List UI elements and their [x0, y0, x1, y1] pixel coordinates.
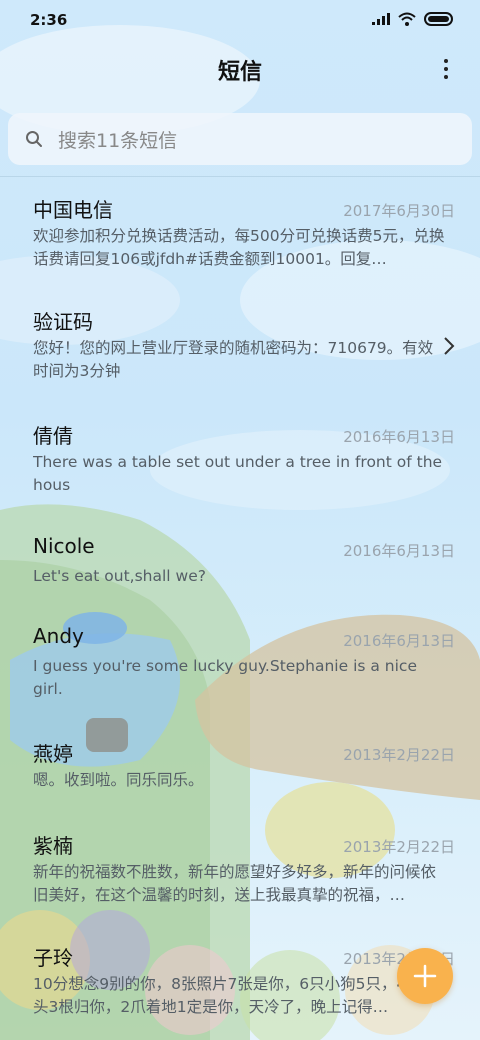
conversation-name: 倩倩	[33, 424, 73, 448]
conversation-date: 2013年2月22日	[343, 746, 455, 764]
conversation-preview: 10分想念9别的你，8张照片7张是你，6只小狗5只，4根骨头3根归你，2爪着地1…	[33, 975, 438, 1016]
signal-icon	[372, 13, 390, 25]
conversation-preview: I guess you're some lucky guy.Stephanie …	[33, 657, 417, 698]
conversation-name: Andy	[33, 624, 84, 648]
divider	[0, 176, 480, 177]
search-input[interactable]: 搜索11条短信	[58, 126, 177, 153]
title-bar: 短信	[0, 46, 480, 92]
conversation-item[interactable]: Nicole 2016年6月13日 Let's eat out,shall we…	[0, 520, 480, 608]
conversation-name: 燕婷	[33, 742, 73, 766]
conversation-preview: 您好！您的网上营业厅登录的随机密码为：710679。有效时间为3分钟	[33, 339, 434, 380]
page-title: 短信	[217, 60, 262, 85]
conversation-name: 验证码	[33, 310, 93, 334]
conversation-item[interactable]: Andy 2016年6月13日 I guess you're some luck…	[0, 610, 480, 722]
conversation-item[interactable]: 验证码 您好！您的网上营业厅登录的随机密码为：710679。有效时间为3分钟	[0, 292, 480, 404]
status-bar: 2:36	[0, 0, 480, 40]
wifi-icon	[398, 12, 416, 26]
conversation-date: 2016年6月13日	[343, 542, 455, 560]
conversation-date: 2016年6月13日	[343, 632, 455, 650]
conversation-item[interactable]: 燕婷 2013年2月22日 嗯。收到啦。同乐同乐。	[0, 724, 480, 814]
conversation-name: Nicole	[33, 534, 95, 558]
search-bar[interactable]: 搜索11条短信	[8, 113, 472, 165]
conversation-name: 中国电信	[33, 198, 113, 222]
conversation-preview: There was a table set out under a tree i…	[33, 453, 443, 494]
conversation-preview: 嗯。收到啦。同乐同乐。	[33, 771, 204, 789]
conversation-item[interactable]: 倩倩 2016年6月13日 There was a table set out …	[0, 406, 480, 518]
battery-icon	[424, 12, 453, 26]
conversation-item[interactable]: 紫楠 2013年2月22日 新年的祝福数不胜数，新年的愿望好多好多，新年的问候依…	[0, 816, 480, 926]
conversation-item[interactable]: 中国电信 2017年6月30日 欢迎参加积分兑换话费活动，每500分可兑换话费5…	[0, 180, 480, 290]
status-time: 2:36	[30, 11, 68, 29]
compose-button[interactable]	[397, 948, 453, 1004]
conversation-name: 紫楠	[33, 834, 73, 858]
more-options-button[interactable]	[434, 54, 458, 84]
conversation-date: 2013年2月22日	[343, 838, 455, 856]
more-vertical-icon	[444, 59, 448, 63]
conversation-preview: Let's eat out,shall we?	[33, 567, 206, 585]
search-icon	[26, 131, 42, 147]
conversation-preview: 欢迎参加积分兑换话费活动，每500分可兑换话费5元，兑换话费请回复106或jfd…	[33, 227, 445, 268]
conversation-preview: 新年的祝福数不胜数，新年的愿望好多好多，新年的问候依旧美好，在这个温馨的时刻，送…	[33, 863, 437, 904]
plus-icon	[413, 964, 437, 988]
chevron-right-icon	[444, 337, 455, 355]
conversation-date: 2016年6月13日	[343, 428, 455, 446]
conversation-date: 2017年6月30日	[343, 202, 455, 220]
conversation-name: 子玲	[33, 946, 73, 970]
status-icons	[372, 12, 454, 26]
